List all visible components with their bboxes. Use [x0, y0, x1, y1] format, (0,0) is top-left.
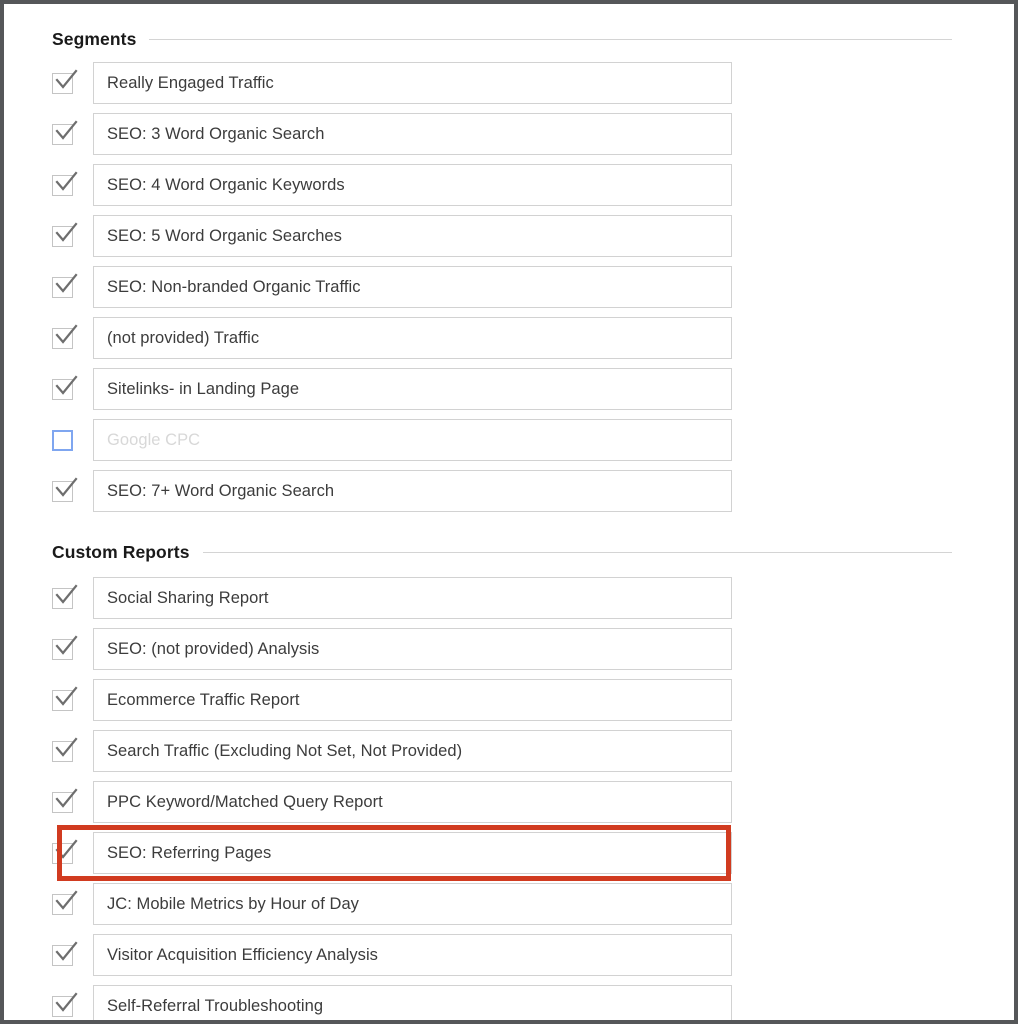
checkbox-checked[interactable] — [52, 634, 78, 660]
item-name-input[interactable]: Ecommerce Traffic Report — [93, 679, 732, 721]
item-name-input[interactable]: SEO: 4 Word Organic Keywords — [93, 164, 732, 206]
checkbox-checked[interactable] — [52, 476, 78, 502]
page-frame: Segments Really Engaged Traffic SEO: 3 Wor… — [0, 0, 1018, 1024]
checkbox-checked[interactable] — [52, 583, 78, 609]
list-item[interactable]: Social Sharing Report — [52, 577, 732, 619]
check-icon — [55, 272, 78, 293]
list-item[interactable]: Self-Referral Troubleshooting — [52, 985, 732, 1020]
list-item[interactable]: Ecommerce Traffic Report — [52, 679, 732, 721]
section-heading-segments: Segments — [52, 29, 952, 49]
check-icon — [55, 685, 78, 706]
check-icon — [55, 221, 78, 242]
checkbox-checked[interactable] — [52, 170, 78, 196]
list-item[interactable]: SEO: Referring Pages — [52, 832, 732, 874]
check-icon — [55, 940, 78, 961]
section-title: Segments — [52, 28, 137, 49]
check-icon — [55, 476, 78, 497]
list-item[interactable]: Really Engaged Traffic — [52, 62, 732, 104]
check-icon — [55, 170, 78, 191]
item-name-input[interactable]: SEO: 3 Word Organic Search — [93, 113, 732, 155]
checkbox-checked[interactable] — [52, 736, 78, 762]
list-item[interactable]: Search Traffic (Excluding Not Set, Not P… — [52, 730, 732, 772]
check-icon — [55, 583, 78, 604]
checkbox-checked[interactable] — [52, 323, 78, 349]
check-icon — [55, 374, 78, 395]
checkbox-unchecked[interactable] — [52, 429, 73, 451]
checkbox-checked[interactable] — [52, 787, 78, 813]
check-icon — [55, 736, 78, 757]
check-icon — [55, 991, 78, 1012]
item-name-input[interactable]: Self-Referral Troubleshooting — [93, 985, 732, 1020]
list-item[interactable]: SEO: 7+ Word Organic Search — [52, 470, 732, 512]
list-item[interactable]: SEO: 4 Word Organic Keywords — [52, 164, 732, 206]
item-name-input[interactable]: Google CPC — [93, 419, 732, 461]
check-icon — [55, 323, 78, 344]
checkbox-checked[interactable] — [52, 221, 78, 247]
checkbox-checked[interactable] — [52, 889, 78, 915]
item-name-input[interactable]: Really Engaged Traffic — [93, 62, 732, 104]
checkbox-checked[interactable] — [52, 685, 78, 711]
checkbox-checked[interactable] — [52, 991, 78, 1017]
section-divider — [149, 38, 952, 40]
check-icon — [55, 119, 78, 140]
check-icon — [55, 838, 78, 859]
check-icon — [55, 889, 78, 910]
item-name-input[interactable]: SEO: 7+ Word Organic Search — [93, 470, 732, 512]
list-item[interactable]: JC: Mobile Metrics by Hour of Day — [52, 883, 732, 925]
item-name-input[interactable]: SEO: 5 Word Organic Searches — [93, 215, 732, 257]
section-divider — [202, 551, 952, 553]
list-item[interactable]: Sitelinks- in Landing Page — [52, 368, 732, 410]
checkbox-checked[interactable] — [52, 119, 78, 145]
list-item[interactable]: (not provided) Traffic — [52, 317, 732, 359]
list-item[interactable]: SEO: (not provided) Analysis — [52, 628, 732, 670]
item-name-input[interactable]: PPC Keyword/Matched Query Report — [93, 781, 732, 823]
list-item[interactable]: Google CPC — [52, 419, 732, 461]
item-name-input[interactable]: Sitelinks- in Landing Page — [93, 368, 732, 410]
checkbox-checked[interactable] — [52, 940, 78, 966]
checkbox-checked[interactable] — [52, 374, 78, 400]
item-name-input[interactable]: SEO: (not provided) Analysis — [93, 628, 732, 670]
item-name-input[interactable]: (not provided) Traffic — [93, 317, 732, 359]
item-name-input[interactable]: SEO: Non-branded Organic Traffic — [93, 266, 732, 308]
item-name-input[interactable]: SEO: Referring Pages — [93, 832, 732, 874]
check-icon — [55, 634, 78, 655]
list-item[interactable]: SEO: Non-branded Organic Traffic — [52, 266, 732, 308]
section-title: Custom Reports — [52, 541, 190, 562]
item-name-input[interactable]: Search Traffic (Excluding Not Set, Not P… — [93, 730, 732, 772]
list-item[interactable]: SEO: 5 Word Organic Searches — [52, 215, 732, 257]
section-heading-custom-reports: Custom Reports — [52, 542, 952, 562]
list-item[interactable]: SEO: 3 Word Organic Search — [52, 113, 732, 155]
item-name-input[interactable]: JC: Mobile Metrics by Hour of Day — [93, 883, 732, 925]
check-icon — [55, 787, 78, 808]
settings-list-panel: Segments Really Engaged Traffic SEO: 3 Wor… — [4, 4, 1014, 1020]
checkbox-checked[interactable] — [52, 272, 78, 298]
list-item[interactable]: Visitor Acquisition Efficiency Analysis — [52, 934, 732, 976]
item-name-input[interactable]: Visitor Acquisition Efficiency Analysis — [93, 934, 732, 976]
checkbox-checked[interactable] — [52, 838, 78, 864]
list-item[interactable]: PPC Keyword/Matched Query Report — [52, 781, 732, 823]
checkbox-checked[interactable] — [52, 68, 78, 94]
item-name-input[interactable]: Social Sharing Report — [93, 577, 732, 619]
check-icon — [55, 68, 78, 89]
